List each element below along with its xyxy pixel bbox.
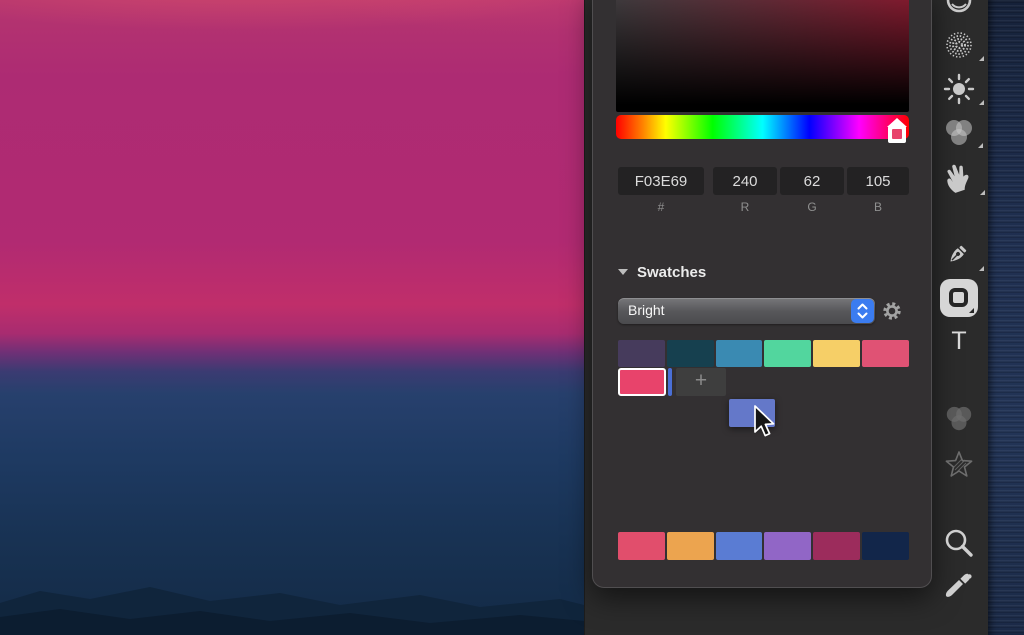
tool-zoom[interactable]: [941, 525, 977, 561]
magnifier-icon: [941, 525, 977, 561]
tool-effects[interactable]: [942, 448, 976, 482]
palette-dropdown-value: Bright: [628, 302, 665, 318]
overlapping-circles-icon: [943, 117, 975, 149]
tool-text[interactable]: T: [951, 327, 966, 356]
flyout-indicator: [979, 100, 984, 105]
swatch[interactable]: [764, 340, 811, 367]
swatch[interactable]: [716, 340, 763, 367]
eyedropper-icon: [941, 568, 977, 604]
overlapping-circles-icon: [944, 404, 974, 434]
pen-nib-icon: [942, 238, 976, 272]
tool-pen[interactable]: [942, 238, 976, 272]
tool-adjust-lighting[interactable]: [942, 72, 976, 106]
disclosure-triangle-icon[interactable]: [618, 269, 628, 275]
hue-slider[interactable]: [616, 115, 909, 139]
tool-fill[interactable]: [944, 404, 974, 434]
tool-grain[interactable]: [942, 28, 976, 62]
swatches-section-header[interactable]: Swatches: [618, 262, 818, 282]
tool-retouch[interactable]: [943, 0, 975, 18]
swatches-title: Swatches: [637, 264, 706, 281]
swatch[interactable]: [618, 340, 665, 367]
selected-tool-highlight: [940, 279, 978, 317]
app-window: # R G B Swatches Bright: [0, 0, 1024, 635]
flyout-indicator: [978, 143, 983, 148]
grain-icon: [942, 28, 976, 62]
flyout-indicator: [979, 266, 984, 271]
hex-input[interactable]: [618, 167, 704, 195]
swatch[interactable]: [862, 340, 909, 367]
hand-icon: [941, 160, 977, 196]
drop-insertion-indicator: [668, 368, 672, 396]
swatch[interactable]: [716, 532, 763, 560]
green-input[interactable]: [780, 167, 844, 195]
swatch[interactable]: [862, 532, 909, 560]
sun-icon: [942, 72, 976, 106]
text-tool-icon: T: [951, 327, 966, 356]
swatch[interactable]: [667, 340, 714, 367]
tool-color-adjustments[interactable]: [943, 117, 975, 149]
star-scribble-icon: [942, 448, 976, 482]
swatch-row: [618, 340, 909, 367]
dropdown-stepper[interactable]: [851, 299, 874, 323]
gear-icon: [879, 298, 905, 324]
tools-toolbar: T: [936, 0, 982, 635]
swatch-settings-button[interactable]: [879, 298, 905, 324]
canvas-image[interactable]: [0, 0, 584, 635]
desktop-wallpaper-strip: [988, 0, 1024, 635]
tool-eyedropper[interactable]: [941, 568, 977, 604]
flyout-indicator: [969, 308, 974, 313]
selected-swatch[interactable]: [618, 368, 666, 396]
palette-dropdown[interactable]: Bright: [618, 298, 875, 324]
add-swatch-button[interactable]: +: [676, 368, 726, 396]
red-input[interactable]: [713, 167, 777, 195]
green-field-label: G: [780, 200, 844, 214]
tool-shape-selected[interactable]: [940, 279, 978, 317]
red-field-label: R: [713, 200, 777, 214]
cloud-highlight: [0, 0, 584, 90]
hex-field-label: #: [618, 200, 704, 214]
swatch[interactable]: [813, 532, 860, 560]
swatch[interactable]: [667, 532, 714, 560]
swatch[interactable]: [813, 340, 860, 367]
saturation-brightness-field[interactable]: [616, 0, 909, 112]
bottom-swatch-row: [618, 532, 909, 560]
mouse-cursor-icon: [753, 405, 779, 441]
chevron-up-down-icon: [851, 299, 874, 323]
hue-thumb-color: [892, 129, 902, 139]
swatch[interactable]: [764, 532, 811, 560]
hue-thumb-body: [888, 126, 906, 143]
blue-input[interactable]: [847, 167, 909, 195]
mountain-silhouette: [0, 565, 584, 635]
flyout-indicator: [979, 56, 984, 61]
swatch[interactable]: [618, 532, 665, 560]
blue-field-label: B: [847, 200, 909, 214]
retouch-icon: [943, 0, 975, 18]
hue-slider-thumb[interactable]: [887, 118, 907, 144]
tool-warp[interactable]: [941, 160, 977, 196]
rounded-square-shape-icon: [949, 288, 968, 307]
flyout-indicator: [980, 190, 985, 195]
color-picker-panel: # R G B Swatches Bright: [592, 0, 932, 588]
